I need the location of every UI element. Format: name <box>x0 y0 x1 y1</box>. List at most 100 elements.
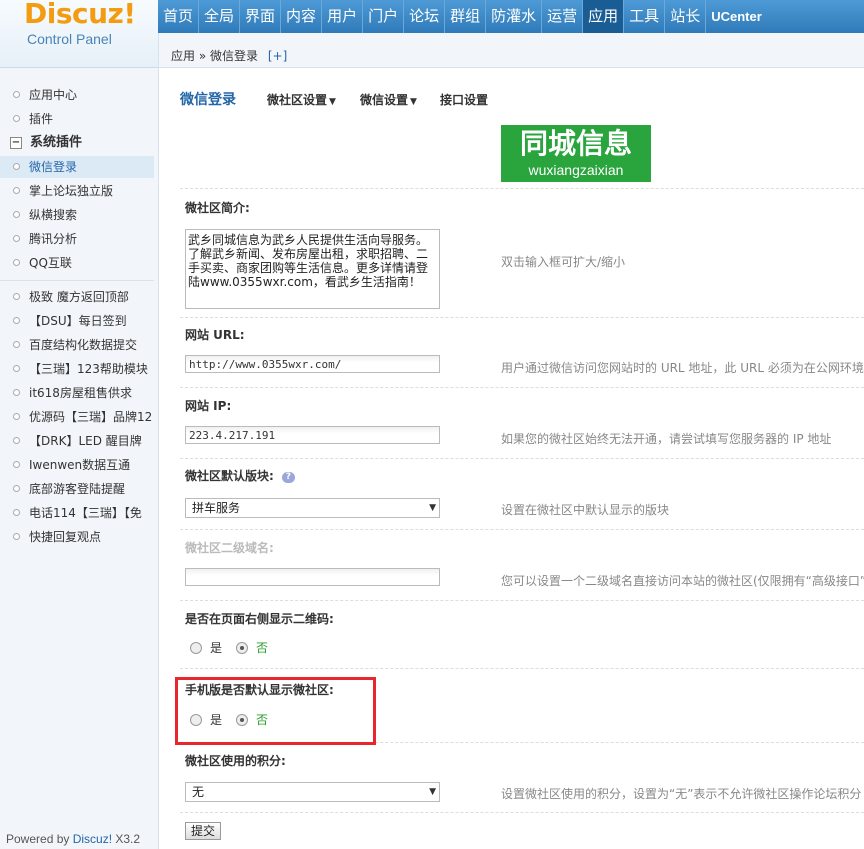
add-shortcut-link[interactable]: [+] <box>268 49 287 63</box>
community-banner-logo: 同城信息 wuxiangzaixian <box>501 125 651 182</box>
sidebar-item-label: 【三瑞】123帮助模块 <box>29 362 148 376</box>
header: Discuz! Control Panel 首页 全局 界面 内容 用户 门户 论坛 群组 防灌… <box>0 0 864 68</box>
qrcode-no-radio[interactable]: 否 <box>236 639 268 656</box>
tab-community-settings[interactable]: 微社区设置 ▼ <box>267 91 336 108</box>
sidebar-item[interactable]: 极致 魔方返回顶部 <box>0 286 154 308</box>
sidebar-item[interactable]: 掌上论坛独立版 <box>0 180 154 202</box>
breadcrumb-app[interactable]: 应用 <box>171 49 195 63</box>
radio-label: 否 <box>256 641 269 655</box>
sidebar-item[interactable]: 【DSU】每日签到 <box>0 310 154 332</box>
qrcode-yes-radio[interactable]: 是 <box>190 639 222 656</box>
sidebar-item[interactable]: 底部游客登陆提醒 <box>0 478 154 500</box>
footer-version: X3.2 <box>112 832 141 846</box>
bullet-icon <box>13 365 20 372</box>
url-tip: 用户通过微信访问您网站时的 URL 地址，此 URL 必须为在公网环境 <box>501 361 864 375</box>
nav-item-0[interactable]: 首页 <box>158 0 200 33</box>
sidebar-item-label: 应用中心 <box>29 88 78 102</box>
block-label: 微社区默认版块: <box>185 469 274 483</box>
nav-item-6[interactable]: 论坛 <box>404 0 446 33</box>
sidebar-item-label: 底部游客登陆提醒 <box>29 482 126 496</box>
collapse-icon[interactable]: − <box>10 137 22 149</box>
block-select-value: 拼车服务 <box>192 501 241 515</box>
intro-textarea[interactable]: 武乡同城信息为武乡人民提供生活向导服务。了解武乡新闻、发布房屋出租，求职招聘、二… <box>185 229 440 309</box>
sidebar-item[interactable]: 【三瑞】123帮助模块 <box>0 358 154 380</box>
bullet-icon <box>13 485 20 492</box>
sidebar-item[interactable]: Iwenwen数据互通 <box>0 454 154 476</box>
nav-item-2[interactable]: 界面 <box>240 0 282 33</box>
sidebar-item[interactable]: 腾讯分析 <box>0 228 154 250</box>
bullet-icon <box>13 509 20 516</box>
nav-item-8[interactable]: 防灌水 <box>486 0 543 33</box>
form-divider <box>180 317 864 318</box>
bullet-icon <box>13 91 20 98</box>
nav-item-9[interactable]: 运营 <box>542 0 584 33</box>
sidebar-item-label: Iwenwen数据互通 <box>29 458 131 472</box>
sidebar-item[interactable]: QQ互联 <box>0 252 154 274</box>
nav-item-5[interactable]: 门户 <box>363 0 405 33</box>
breadcrumb-current: 微信登录 <box>210 49 259 63</box>
credit-tip: 设置微社区使用的积分，设置为“无”表示不允许微社区操作论坛积分 <box>501 787 862 801</box>
block-tip: 设置在微社区中默认显示的版块 <box>501 503 670 517</box>
domain-tip: 您可以设置一个二级域名直接访问本站的微社区(仅限拥有“高级接口” <box>501 574 864 588</box>
qrcode-label: 是否在页面右侧显示二维码: <box>185 612 334 626</box>
sidebar-item[interactable]: it618房屋租售供求 <box>0 382 154 404</box>
logo-brand: Discuz! <box>24 0 136 30</box>
tab-wechat-settings[interactable]: 微信设置 ▼ <box>360 91 417 108</box>
sidebar-item-label: 微信登录 <box>29 160 78 174</box>
sidebar-item-label: 电话114【三瑞】【免 <box>29 506 142 520</box>
sidebar-item[interactable]: 纵横搜索 <box>0 204 154 226</box>
ip-label: 网站 IP: <box>185 399 232 413</box>
sidebar-group-system-plugins[interactable]: − 系统插件 <box>10 133 82 153</box>
nav-item-4[interactable]: 用户 <box>322 0 364 33</box>
nav-item-13[interactable]: UCenter <box>706 0 767 33</box>
nav-item-1[interactable]: 全局 <box>199 0 241 33</box>
bullet-icon <box>13 413 20 420</box>
logo[interactable]: Discuz! Control Panel <box>0 0 158 68</box>
help-icon[interactable]: ? <box>281 472 295 483</box>
intro-tip: 双击输入框可扩大/缩小 <box>501 255 626 269</box>
sidebar-item[interactable]: 优源码【三瑞】品牌12 <box>0 406 154 428</box>
sidebar-item[interactable]: 快捷回复观点 <box>0 526 154 548</box>
credit-select-value: 无 <box>192 785 205 799</box>
sidebar-item-label: it618房屋租售供求 <box>29 386 132 400</box>
form-divider <box>180 529 864 530</box>
tab-wechat-login[interactable]: 微信登录 <box>180 89 236 109</box>
bullet-icon <box>13 163 20 170</box>
sidebar-item[interactable]: 微信登录 <box>0 156 154 178</box>
sidebar-item[interactable]: 【DRK】LED 醒目牌 <box>0 430 154 452</box>
bullet-icon <box>13 235 20 242</box>
sidebar-item[interactable]: 电话114【三瑞】【免 <box>0 502 154 524</box>
nav-item-7[interactable]: 群组 <box>445 0 487 33</box>
submit-button[interactable]: 提交 <box>185 822 221 840</box>
credit-select[interactable]: 无 ▼ <box>185 782 440 802</box>
sidebar-item-label: 极致 魔方返回顶部 <box>29 290 129 304</box>
radio-checked-icon <box>236 641 248 654</box>
ip-input[interactable]: 223.4.217.191 <box>185 426 440 444</box>
sidebar-item-label: 优源码【三瑞】品牌12 <box>29 410 153 424</box>
sidebar-item-label: 腾讯分析 <box>29 232 78 246</box>
tab-api-settings[interactable]: 接口设置 <box>440 91 488 108</box>
sidebar-item[interactable]: 百度结构化数据提交 <box>0 334 154 356</box>
nav-item-11[interactable]: 工具 <box>624 0 666 33</box>
domain-input[interactable] <box>185 568 440 586</box>
bullet-icon <box>13 115 20 122</box>
footer-prefix: Powered by <box>6 832 73 846</box>
nav-item-10[interactable]: 应用 <box>583 0 625 33</box>
sidebar-item-label: QQ互联 <box>29 256 72 270</box>
footer: Powered by Discuz! X3.2 <box>6 832 140 846</box>
sidebar-item[interactable]: 应用中心 <box>0 84 154 106</box>
breadcrumb-bar: 应用 » 微信登录 [+] <box>158 33 864 68</box>
footer-brand-link[interactable]: Discuz! <box>73 832 112 846</box>
chevron-down-icon: ▼ <box>329 97 336 107</box>
form-divider <box>180 668 864 669</box>
url-input[interactable]: http://www.0355wxr.com/ <box>185 355 440 373</box>
tab-label: 微信设置 <box>360 93 409 107</box>
nav-item-12[interactable]: 站长 <box>665 0 707 33</box>
block-select[interactable]: 拼车服务 ▼ <box>185 498 440 518</box>
nav-item-3[interactable]: 内容 <box>281 0 323 33</box>
sidebar-item[interactable]: 插件 <box>0 108 154 130</box>
tab-label: 微社区设置 <box>267 93 328 107</box>
radio-circle-icon <box>190 641 202 654</box>
banner-title: 同城信息 <box>519 127 632 160</box>
form-divider <box>180 458 864 459</box>
